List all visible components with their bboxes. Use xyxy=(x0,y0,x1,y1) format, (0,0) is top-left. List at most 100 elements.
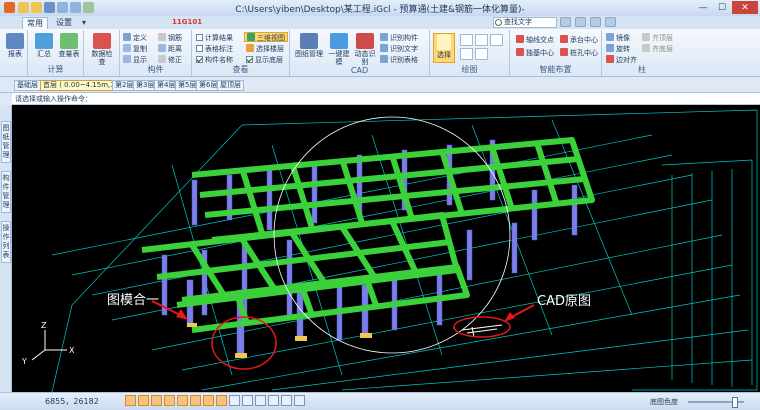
endpoint-snap-icon[interactable] xyxy=(151,395,162,406)
mirror-label: 镜像 xyxy=(616,34,630,42)
rebar-label: 钢筋 xyxy=(168,34,182,42)
settings-icon[interactable] xyxy=(575,17,586,27)
line-tool-icon[interactable] xyxy=(460,34,473,46)
dynamic-recognize-label: 动态识别 xyxy=(354,50,376,66)
snap-toolbar xyxy=(125,395,307,406)
center-snap-icon[interactable] xyxy=(177,395,188,406)
maximize-button[interactable]: ☐ xyxy=(713,1,731,14)
grid-snap-icon[interactable] xyxy=(138,395,149,406)
cube-icon xyxy=(247,33,255,41)
pan-icon[interactable] xyxy=(229,395,240,406)
one-click-model-button[interactable]: 一键建模 xyxy=(326,33,352,66)
axis-label-z: Z xyxy=(41,321,47,330)
copy-button[interactable]: 复制 xyxy=(123,44,147,54)
mirror-button[interactable]: 镜像 xyxy=(606,33,630,43)
options-icon[interactable] xyxy=(605,17,616,27)
distance-button[interactable]: 距离 xyxy=(158,44,182,54)
mirror-icon xyxy=(606,33,614,41)
show-bottom-checkbox[interactable] xyxy=(246,56,253,63)
dropdown-arrow-icon[interactable]: ▾ xyxy=(82,17,94,29)
cursor-icon xyxy=(437,34,451,50)
side-tab-components[interactable]: 构件管理 xyxy=(1,171,11,213)
align-bottom-button[interactable]: 齐底层 xyxy=(642,44,673,54)
midpoint-snap-icon[interactable] xyxy=(164,395,175,406)
perpendicular-snap-icon[interactable] xyxy=(190,395,201,406)
poly-tool-icon[interactable] xyxy=(475,48,488,60)
tab-common[interactable]: 常用 xyxy=(22,17,48,29)
search-placeholder: 查找文字 xyxy=(504,18,532,26)
recognize-table-button[interactable]: 识别表格 xyxy=(380,55,418,65)
command-line[interactable]: 请选择或输入操作命令： xyxy=(12,93,760,105)
one-click-label: 一键建模 xyxy=(328,50,350,66)
data-check-button[interactable]: 数据检查 xyxy=(89,33,115,66)
intersection-snap-icon[interactable] xyxy=(203,395,214,406)
side-tab-drawings[interactable]: 图纸管理 xyxy=(1,121,11,163)
layout-icon[interactable] xyxy=(590,17,601,27)
nearest-snap-icon[interactable] xyxy=(216,395,227,406)
minimize-button[interactable]: — xyxy=(694,1,712,14)
help-icon[interactable] xyxy=(560,17,571,27)
axis-label-y: Y xyxy=(21,357,27,366)
summary-label: 汇总 xyxy=(37,50,51,58)
group-report: 报表 xyxy=(0,30,28,76)
axis-intersection-label: 轴线交点 xyxy=(526,36,554,44)
recognize-text-button[interactable]: 识别文字 xyxy=(380,44,418,54)
group-view: 计算结果 表格标注 构件名称 三维视图 选择楼层 显示底层 查看 xyxy=(192,30,290,76)
axis-intersection-button[interactable]: 轴线交点 xyxy=(516,35,554,45)
tab-settings[interactable]: 设置 xyxy=(52,17,76,29)
comp-name-checkbox[interactable] xyxy=(196,56,203,63)
footing-center-button[interactable]: 独基中心 xyxy=(516,48,554,58)
background-color-slider[interactable] xyxy=(688,397,744,408)
table-mark-label: 表格标注 xyxy=(205,45,233,53)
status-bar: 6855，26182 底图色度 xyxy=(0,392,760,410)
align-bottom-icon xyxy=(642,44,650,52)
ortho-snap-icon[interactable] xyxy=(125,395,136,406)
table-recog-icon xyxy=(380,55,388,63)
table-mark-checkbox[interactable] xyxy=(196,45,203,52)
rotate-button[interactable]: 旋转 xyxy=(606,44,630,54)
align-top-label: 齐顶层 xyxy=(652,34,673,42)
group-component: 定义 复制 显示 钢筋 距离 修正 构件 xyxy=(120,30,192,76)
recognize-component-button[interactable]: 识别构件 xyxy=(380,33,418,43)
floor-tab[interactable]: 基础层 xyxy=(14,80,41,91)
align-icon xyxy=(606,55,614,63)
pile-center-label: 桩孔中心 xyxy=(570,49,598,57)
group-calc: 汇总 查量表 计算 xyxy=(28,30,84,76)
floor-tab-bar: 基础层 首层 ( 0.00~4.15m,1 ) 第2层 第3层 第4层 第5层 … xyxy=(0,77,760,93)
close-button[interactable]: ✕ xyxy=(732,1,758,14)
rebar-button[interactable]: 钢筋 xyxy=(158,33,182,43)
group-check: 数据检查 xyxy=(84,30,120,76)
rect-tool-icon[interactable] xyxy=(460,48,473,60)
floor-tab-active[interactable]: 首层 ( 0.00~4.15m,1 ) xyxy=(40,80,123,91)
calc-result-toggle[interactable]: 计算结果 xyxy=(196,33,233,43)
select-floor-button[interactable]: 选择楼层 xyxy=(246,44,284,54)
zoom-out-icon[interactable] xyxy=(255,395,266,406)
dynamic-recognize-button[interactable]: 动态识别 xyxy=(352,33,378,66)
zoom-in-icon[interactable] xyxy=(242,395,253,406)
side-tab-operations[interactable]: 操作列表 xyxy=(1,221,11,263)
summary-button[interactable]: 汇总 xyxy=(31,33,57,58)
show-bottom-label: 显示底层 xyxy=(255,56,283,64)
arc-tool-icon[interactable] xyxy=(475,34,488,46)
drawing-manage-button[interactable]: 图纸管理 xyxy=(294,33,324,58)
define-button[interactable]: 定义 xyxy=(123,33,147,43)
floor-tab[interactable]: 屋顶层 xyxy=(217,80,244,91)
select-button[interactable]: 选择 xyxy=(433,33,455,63)
3d-viewport[interactable]: 图模合一 CAD原图 Z X Y xyxy=(12,105,760,392)
zoom-extents-icon[interactable] xyxy=(268,395,279,406)
search-icon xyxy=(495,19,502,26)
pile-center-button[interactable]: 桩孔中心 xyxy=(560,48,598,58)
point-tool-icon[interactable] xyxy=(490,34,503,46)
rotate-view-icon[interactable] xyxy=(294,395,305,406)
search-input[interactable]: 查找文字 xyxy=(493,17,557,28)
align-top-button[interactable]: 齐顶层 xyxy=(642,33,673,43)
table-mark-toggle[interactable]: 表格标注 xyxy=(196,44,233,54)
group-draw: 选择 绘图 xyxy=(430,30,510,76)
calc-result-checkbox[interactable] xyxy=(196,34,203,41)
side-panel: 图纸管理 构件管理 操作列表 xyxy=(0,105,12,392)
zoom-window-icon[interactable] xyxy=(281,395,292,406)
cap-center-button[interactable]: 承台中心 xyxy=(560,35,598,45)
quantity-table-button[interactable]: 查量表 xyxy=(56,33,82,58)
3d-view-button[interactable]: 三维视图 xyxy=(244,32,288,42)
report-button[interactable]: 报表 xyxy=(2,33,28,58)
